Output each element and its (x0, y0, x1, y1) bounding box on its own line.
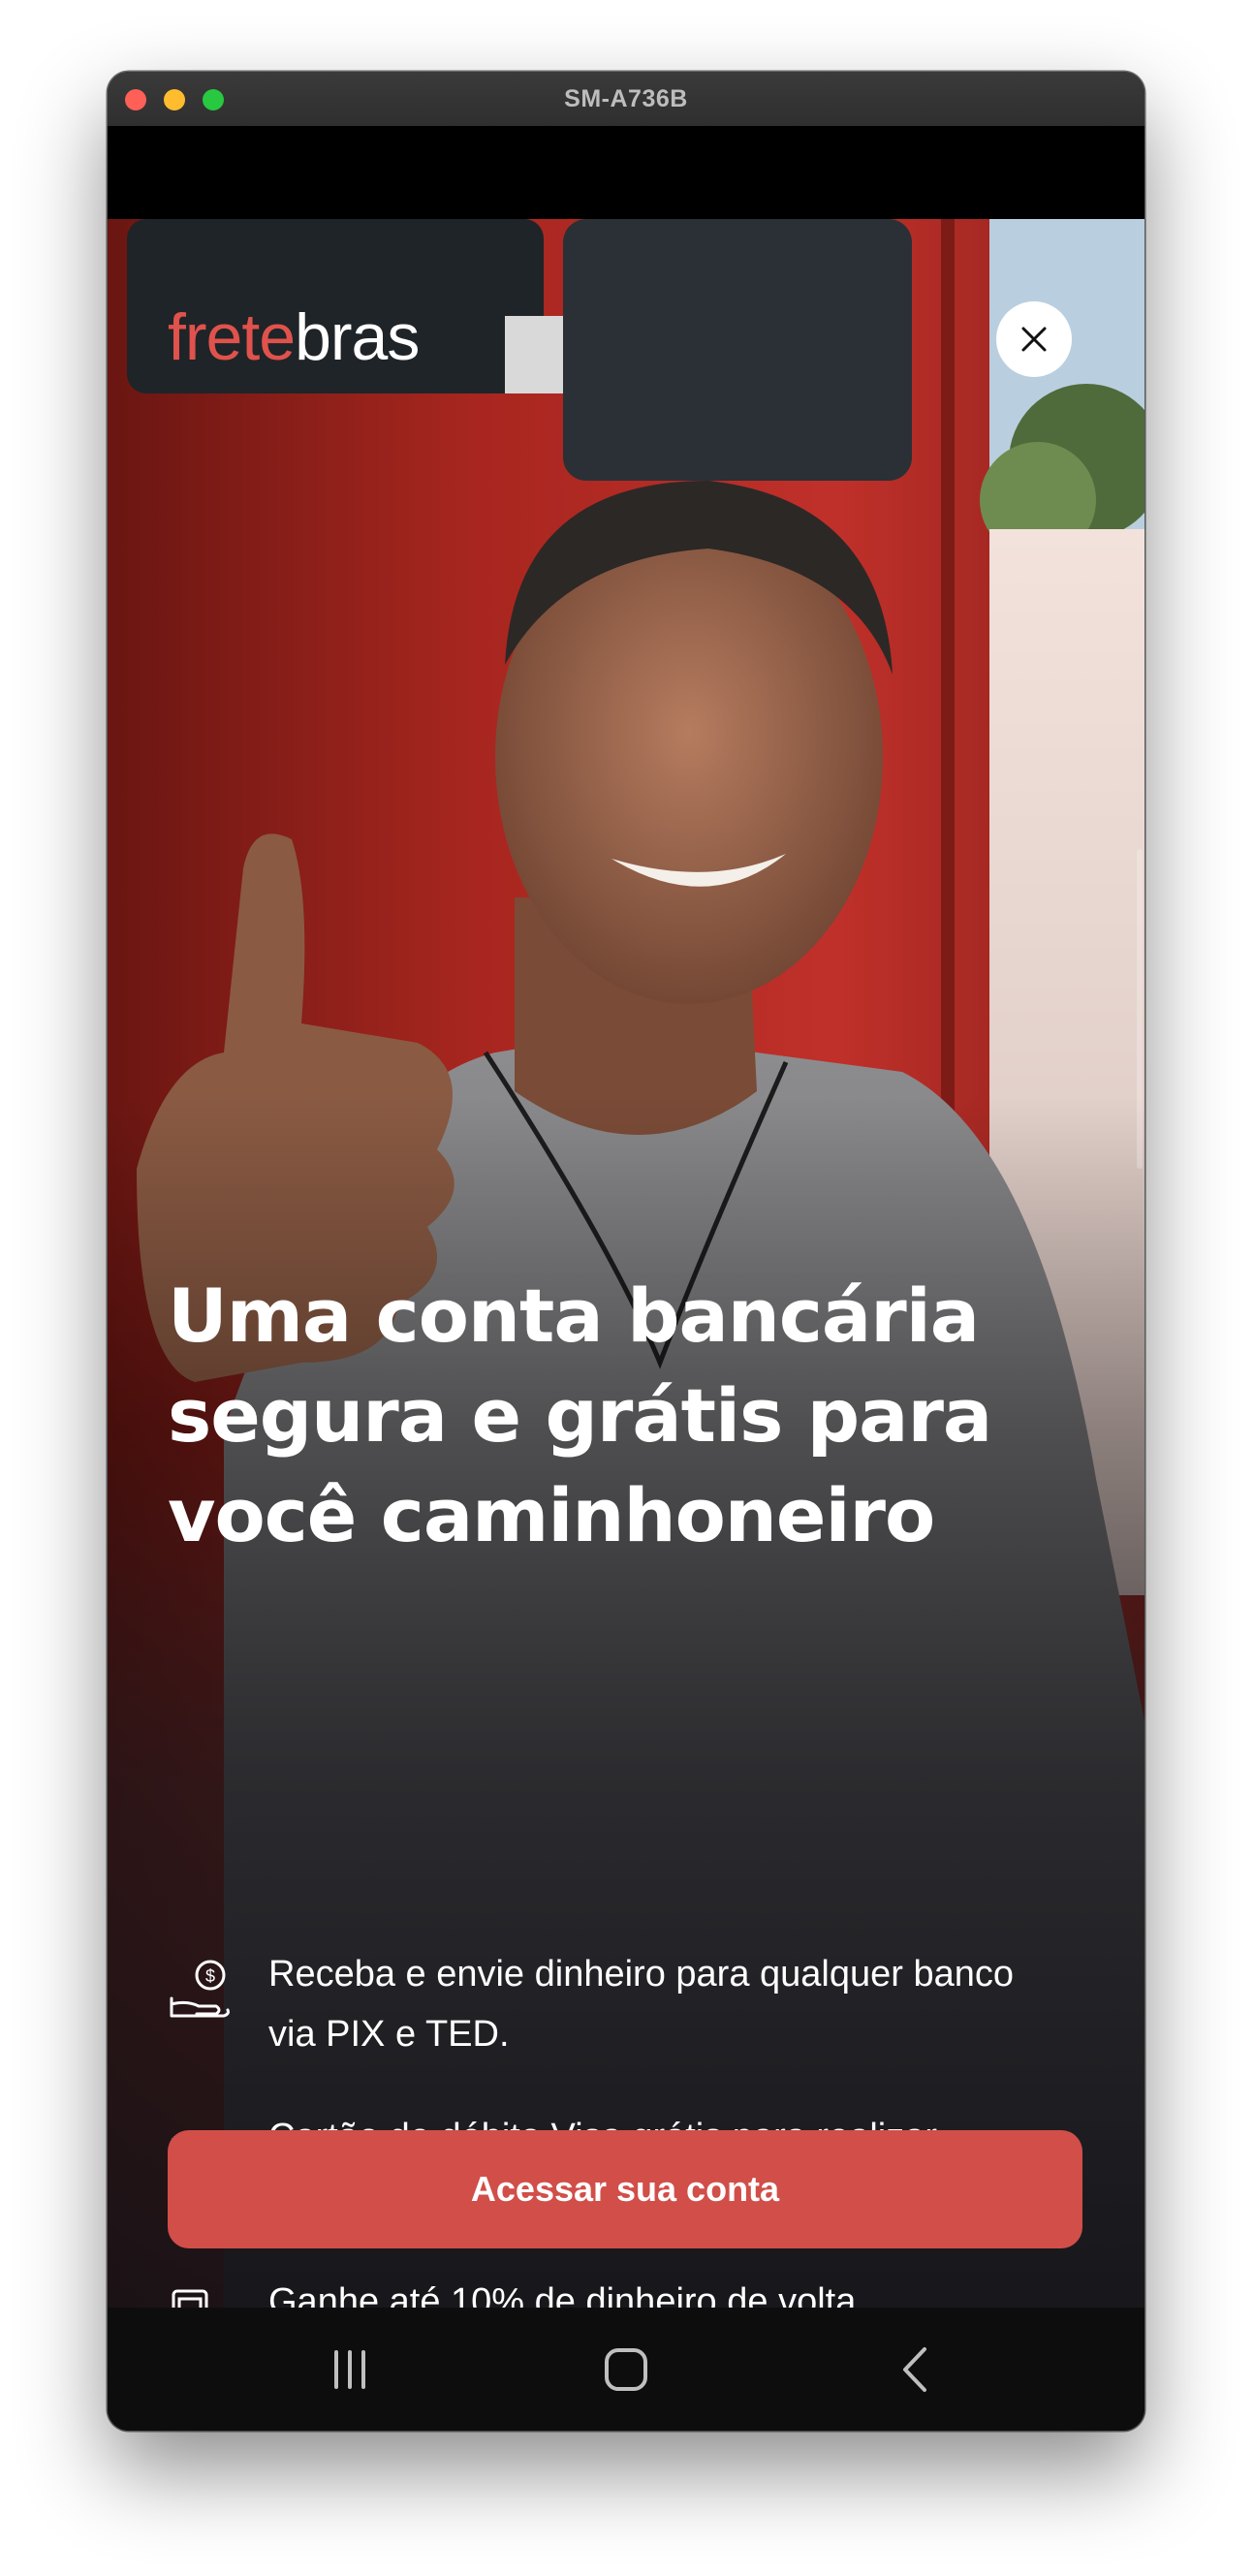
window-titlebar[interactable]: SM-A736B (108, 72, 1144, 127)
fretebras-logo: fretebras (168, 304, 420, 370)
fuel-pump-icon (172, 2289, 208, 2308)
android-nav-bar (108, 2308, 1144, 2431)
page-title: Uma conta bancária segura e grátis para … (168, 1272, 992, 1558)
feature-text: Ganhe até 10% de dinheiro de volta abast… (268, 2281, 857, 2308)
recent-apps-button[interactable] (316, 2340, 384, 2399)
status-bar (108, 126, 1144, 219)
close-icon (1021, 327, 1047, 352)
feature-item-fuel: Ganhe até 10% de dinheiro de volta abast… (168, 2281, 1040, 2308)
scroll-indicator (1137, 849, 1143, 1169)
access-account-button[interactable]: Acessar sua conta (168, 2130, 1082, 2248)
back-button[interactable] (883, 2340, 951, 2399)
close-button[interactable] (996, 301, 1072, 377)
back-icon (903, 2347, 926, 2392)
emulator-window: SM-A736B fretebras Uma conta bancária se… (108, 72, 1144, 2431)
logo-frete-text: frete (168, 300, 296, 374)
feature-text: Receba e envie dinheiro para qualquer ba… (268, 1954, 1014, 2055)
hand-money-icon: $ (170, 1960, 230, 2018)
app-screen: fretebras Uma conta bancária segura e gr… (108, 219, 1144, 2308)
logo-bras-text: bras (295, 300, 420, 374)
feature-item-pix: $ Receba e envie dinheiro para qualquer … (168, 1954, 1040, 2070)
home-button[interactable] (592, 2340, 660, 2399)
recent-apps-icon (334, 2350, 365, 2389)
svg-text:$: $ (205, 1966, 215, 1986)
window-title: SM-A736B (564, 85, 688, 112)
home-icon (605, 2348, 647, 2391)
